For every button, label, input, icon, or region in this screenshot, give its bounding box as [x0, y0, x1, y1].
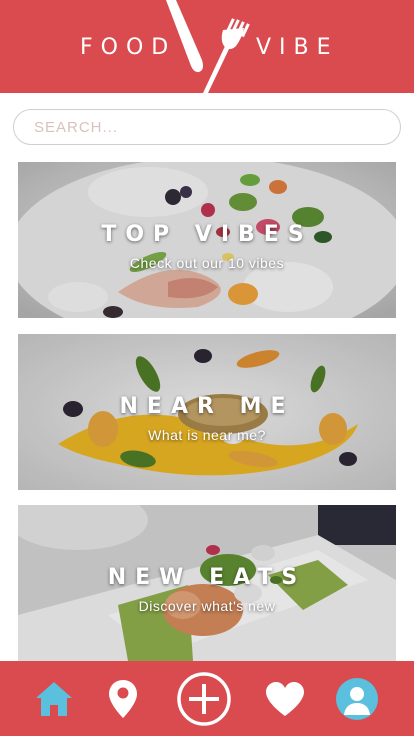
- nav-home-button[interactable]: [28, 661, 80, 736]
- search-input[interactable]: [14, 110, 400, 144]
- card-title: TOP VIBES: [101, 222, 313, 247]
- card-near-me[interactable]: NEAR ME What is near me?: [18, 334, 396, 490]
- bottom-nav: [0, 661, 414, 736]
- app-header: FOOD VIBE: [0, 0, 414, 93]
- search-bar: [13, 109, 401, 145]
- nav-add-button[interactable]: [175, 661, 233, 736]
- card-top-vibes[interactable]: TOP VIBES Check out our 10 vibes: [18, 162, 396, 318]
- fork-knife-icon: [166, 0, 250, 93]
- user-avatar-icon: [336, 677, 378, 720]
- card-subtitle: Check out our 10 vibes: [129, 255, 285, 271]
- home-icon: [36, 681, 72, 716]
- card-subtitle: Discover what's new: [138, 598, 276, 614]
- nav-profile-button[interactable]: [333, 661, 381, 736]
- card-title: NEW EATS: [107, 565, 307, 590]
- card-subtitle: What is near me?: [148, 427, 266, 443]
- map-pin-icon: [109, 679, 137, 718]
- brand-word-vibe: VIBE: [256, 35, 339, 60]
- card-title: NEAR ME: [119, 394, 295, 419]
- nav-favorites-button[interactable]: [262, 661, 308, 736]
- heart-icon: [266, 681, 304, 716]
- plus-circle-icon: [177, 671, 231, 726]
- nav-map-button[interactable]: [100, 661, 146, 736]
- card-new-eats[interactable]: NEW EATS Discover what's new: [18, 505, 396, 661]
